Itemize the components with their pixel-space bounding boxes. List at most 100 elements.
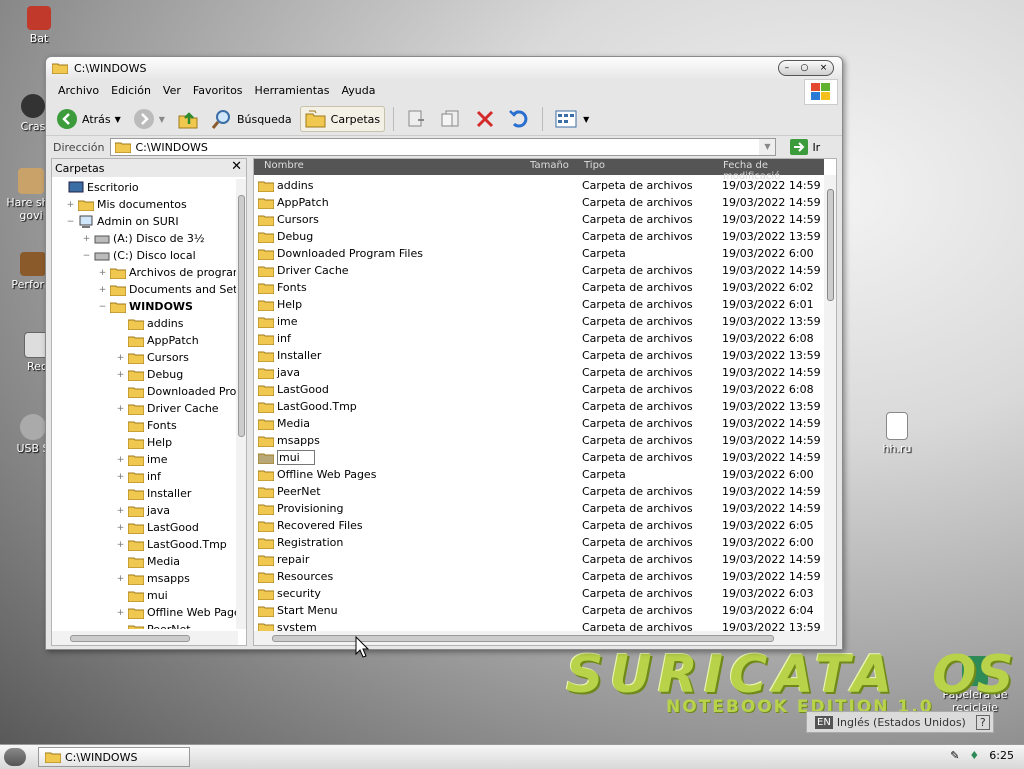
tree-item[interactable]: Fonts [116, 417, 177, 434]
menu-herramientas[interactable]: Herramientas [249, 84, 336, 97]
tree-item[interactable]: − Admin on SURI [66, 213, 179, 230]
tree-item[interactable]: + Offline Web Pages [116, 604, 236, 621]
tree-item[interactable]: + LastGood [116, 519, 199, 536]
go-button[interactable]: Ir [790, 139, 820, 155]
column-type[interactable]: Tipo [584, 160, 605, 171]
expand-toggle[interactable]: + [116, 540, 125, 550]
column-size[interactable]: Tamaño [530, 160, 569, 171]
folders-button[interactable]: Carpetas [299, 106, 386, 132]
scrollbar-thumb[interactable] [827, 189, 834, 301]
expand-toggle[interactable]: + [82, 234, 91, 244]
table-row[interactable]: Offline Web Pages Carpeta 19/03/2022 6:00 [254, 466, 824, 483]
scrollbar-thumb[interactable] [238, 195, 245, 437]
table-row[interactable]: msapps Carpeta de archivos 19/03/2022 14:5… [254, 432, 824, 449]
taskbar-window-button[interactable]: C:\WINDOWS [38, 747, 190, 767]
table-row[interactable]: Help Carpeta de archivos 19/03/2022 6:01 [254, 296, 824, 313]
expand-toggle[interactable]: + [116, 506, 125, 516]
expand-toggle[interactable]: + [98, 268, 107, 278]
tree-item[interactable]: + LastGood.Tmp [116, 536, 227, 553]
expand-toggle[interactable]: + [116, 523, 125, 533]
table-row[interactable]: Debug Carpeta de archivos 19/03/2022 13:59 [254, 228, 824, 245]
address-dropdown-icon[interactable]: ▼ [759, 139, 776, 155]
expand-toggle[interactable]: − [98, 302, 107, 312]
desktop-icon-bat[interactable]: Bat [4, 6, 74, 45]
menu-ver[interactable]: Ver [157, 84, 187, 97]
tree-item[interactable]: + Cursors [116, 349, 189, 366]
forward-button[interactable]: ▼ [129, 106, 169, 132]
up-button[interactable] [173, 106, 203, 132]
menu-archivo[interactable]: Archivo [52, 84, 105, 97]
expand-toggle[interactable]: − [82, 251, 91, 261]
maximize-button[interactable]: ○ [801, 63, 809, 73]
expand-toggle[interactable]: + [98, 285, 107, 295]
tree-item[interactable]: + (A:) Disco de 3½ [82, 230, 205, 247]
views-button[interactable]: ▼ [551, 106, 593, 132]
table-row[interactable]: Cursors Carpeta de archivos 19/03/2022 14:… [254, 211, 824, 228]
scrollbar-thumb[interactable] [70, 635, 190, 642]
table-row[interactable]: mui Carpeta de archivos 19/03/2022 14:59 [254, 449, 824, 466]
network-icon[interactable]: ♦ [969, 749, 979, 762]
table-row[interactable]: Downloaded Program Files Carpeta 19/03/202… [254, 245, 824, 262]
help-icon[interactable]: ? [975, 714, 990, 730]
back-button[interactable]: Atrás ▼ [52, 106, 125, 132]
table-row[interactable]: Provisioning Carpeta de archivos 19/03/202… [254, 500, 824, 517]
table-row[interactable]: addins Carpeta de archivos 19/03/2022 14:5… [254, 177, 824, 194]
minimize-button[interactable]: – [785, 63, 790, 73]
table-row[interactable]: system Carpeta de archivos 19/03/2022 13:5… [254, 619, 824, 631]
language-bar[interactable]: EN Inglés (Estados Unidos) ? [806, 711, 994, 733]
list-vertical-scrollbar[interactable] [824, 175, 836, 631]
table-row[interactable]: inf Carpeta de archivos 19/03/2022 6:08 [254, 330, 824, 347]
menu-edicion[interactable]: Edición [105, 84, 157, 97]
expand-toggle[interactable]: + [66, 200, 75, 210]
copy-to-button[interactable] [436, 106, 466, 132]
expand-toggle[interactable]: + [116, 404, 125, 414]
table-row[interactable]: ime Carpeta de archivos 19/03/2022 13:59 [254, 313, 824, 330]
close-folders-pane-button[interactable]: ✕ [231, 159, 242, 174]
tree-item[interactable]: + Archivos de programa [98, 264, 236, 281]
tree-item[interactable]: Help [116, 434, 172, 451]
tree-item[interactable]: + msapps [116, 570, 190, 587]
table-row[interactable]: LastGood.Tmp Carpeta de archivos 19/03/202… [254, 398, 824, 415]
expand-toggle[interactable]: + [116, 608, 125, 618]
tree-item[interactable]: + Driver Cache [116, 400, 219, 417]
tree-item[interactable]: + Mis documentos [66, 196, 187, 213]
delete-button[interactable] [470, 106, 500, 132]
start-button[interactable] [4, 748, 26, 766]
tree-item[interactable]: Downloaded Progr [116, 383, 236, 400]
table-row[interactable]: java Carpeta de archivos 19/03/2022 14:59 [254, 364, 824, 381]
table-row[interactable]: Installer Carpeta de archivos 19/03/2022 1… [254, 347, 824, 364]
tree-item[interactable]: + java [116, 502, 170, 519]
undo-button[interactable] [504, 106, 534, 132]
table-row[interactable]: Resources Carpeta de archivos 19/03/2022 1… [254, 568, 824, 585]
address-input[interactable]: C:\WINDOWS ▼ [110, 138, 777, 156]
title-bar[interactable]: C:\WINDOWS – ○ × [46, 57, 842, 79]
expand-toggle[interactable]: + [116, 472, 125, 482]
expand-toggle[interactable]: + [116, 370, 125, 380]
tree-item[interactable]: + Documents and Settin [98, 281, 236, 298]
list-horizontal-scrollbar[interactable] [254, 631, 836, 645]
tools-icon[interactable]: ✎ [950, 749, 959, 762]
table-row[interactable]: Recovered Files Carpeta de archivos 19/03/… [254, 517, 824, 534]
tree-item[interactable]: mui [116, 587, 168, 604]
table-row[interactable]: repair Carpeta de archivos 19/03/2022 14:5… [254, 551, 824, 568]
folders-vertical-scrollbar[interactable] [236, 179, 246, 629]
expand-toggle[interactable]: + [116, 574, 125, 584]
close-button[interactable]: × [820, 63, 828, 73]
clock[interactable]: 6:25 [989, 749, 1014, 762]
expand-toggle[interactable]: + [116, 353, 125, 363]
scrollbar-thumb[interactable] [272, 635, 774, 642]
forward-dropdown-icon[interactable]: ▼ [159, 115, 165, 124]
search-button[interactable]: Búsqueda [207, 106, 296, 132]
table-row[interactable]: AppPatch Carpeta de archivos 19/03/2022 14… [254, 194, 824, 211]
table-row[interactable]: PeerNet Carpeta de archivos 19/03/2022 14:… [254, 483, 824, 500]
table-row[interactable]: Driver Cache Carpeta de archivos 19/03/202… [254, 262, 824, 279]
table-row[interactable]: Fonts Carpeta de archivos 19/03/2022 6:02 [254, 279, 824, 296]
tree-item[interactable]: AppPatch [116, 332, 199, 349]
table-row[interactable]: Media Carpeta de archivos 19/03/2022 14:59 [254, 415, 824, 432]
tree-item[interactable]: Media [116, 553, 180, 570]
tree-item[interactable]: PeerNet [116, 621, 191, 629]
tree-item[interactable]: Escritorio [56, 179, 139, 196]
tree-item[interactable]: − (C:) Disco local [82, 247, 196, 264]
folders-horizontal-scrollbar[interactable] [52, 631, 238, 645]
tree-item[interactable]: − WINDOWS [98, 298, 193, 315]
